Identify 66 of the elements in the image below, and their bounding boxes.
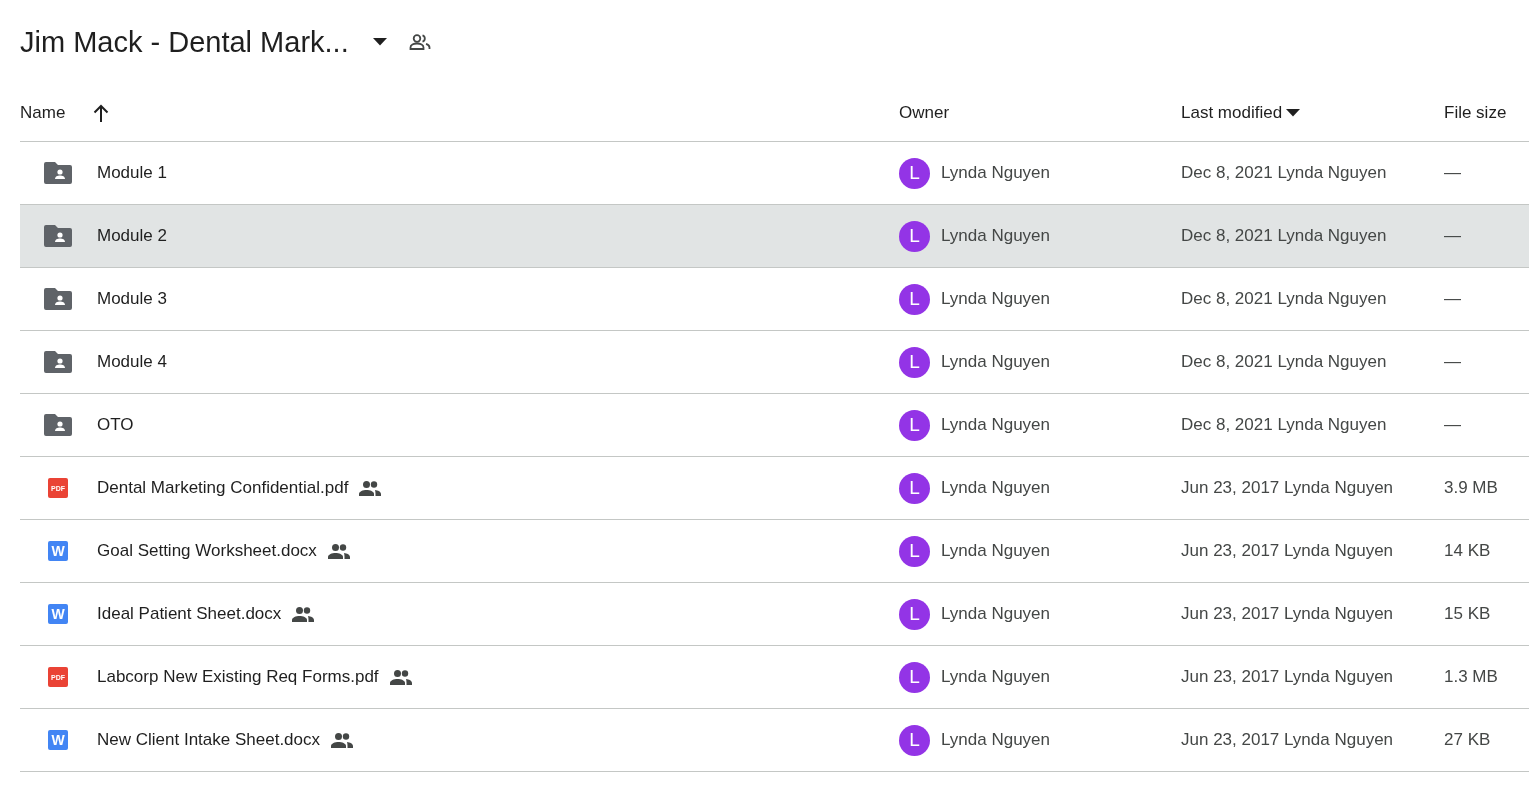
document-file-icon: W: [48, 730, 68, 750]
folder-title: Jim Mack - Dental Mark...: [20, 25, 349, 59]
owner-avatar: L: [899, 346, 930, 378]
modified-date: Jun 23, 2017 Lynda Nguyen: [1181, 478, 1395, 498]
file-name: New Client Intake Sheet.docx: [97, 730, 320, 750]
owner-name: Lynda Nguyen: [941, 226, 1050, 246]
owner-name: Lynda Nguyen: [941, 667, 1050, 687]
modified-date: Jun 23, 2017 Lynda Nguyen: [1181, 604, 1395, 624]
owner-name: Lynda Nguyen: [941, 289, 1050, 309]
file-size: —: [1444, 289, 1462, 309]
owner-name: Lynda Nguyen: [941, 415, 1050, 435]
modified-date: Jun 23, 2017 Lynda Nguyen: [1181, 730, 1395, 750]
file-size: —: [1444, 163, 1462, 183]
file-size: 27 KB: [1444, 730, 1492, 750]
owner-name: Lynda Nguyen: [941, 352, 1050, 372]
file-name: Module 3: [97, 289, 167, 309]
owner-name: Lynda Nguyen: [941, 478, 1050, 498]
file-size: —: [1444, 415, 1462, 435]
dropdown-caret-icon: [372, 38, 387, 46]
document-file-icon: W: [48, 604, 68, 624]
column-header[interactable]: Last modified: [1181, 102, 1283, 123]
modified-date: Jun 23, 2017 Lynda Nguyen: [1181, 541, 1395, 561]
shared-folder-icon: [44, 162, 72, 184]
column-header[interactable]: Owner: [899, 102, 950, 123]
file-name: Ideal Patient Sheet.docx: [97, 604, 282, 624]
owner-name: Lynda Nguyen: [941, 604, 1050, 624]
file-size: —: [1444, 226, 1462, 246]
owner-avatar: L: [899, 472, 930, 504]
file-name: Module 1: [97, 163, 167, 183]
file-size: 3.9 MB: [1444, 478, 1499, 498]
file-name: Dental Marketing Confidential.pdf: [97, 478, 349, 498]
shared-folder-icon: [44, 288, 72, 310]
owner-name: Lynda Nguyen: [941, 730, 1050, 750]
file-size: 14 KB: [1444, 541, 1492, 561]
column-header[interactable]: Name: [20, 102, 66, 123]
modified-date: Dec 8, 2021 Lynda Nguyen: [1181, 415, 1388, 435]
modified-date: Jun 23, 2017 Lynda Nguyen: [1181, 667, 1395, 687]
owner-avatar: L: [899, 283, 930, 315]
modified-date: Dec 8, 2021 Lynda Nguyen: [1181, 163, 1388, 183]
people-icon: [408, 34, 431, 50]
owner-avatar: L: [899, 661, 930, 693]
owner-avatar: L: [899, 409, 930, 441]
owner-avatar: L: [899, 598, 930, 630]
owner-avatar: L: [899, 535, 930, 567]
shared-folder-icon: [44, 225, 72, 247]
shared-folder-icon: [44, 351, 72, 373]
owner-avatar: L: [899, 157, 930, 189]
column-header[interactable]: File size: [1444, 102, 1507, 123]
file-name: Module 4: [97, 352, 167, 372]
document-file-icon: W: [48, 541, 68, 561]
owner-avatar: L: [899, 724, 930, 756]
owner-name: Lynda Nguyen: [941, 541, 1050, 561]
owner-avatar: L: [899, 220, 930, 252]
file-name: Goal Setting Worksheet.docx: [97, 541, 317, 561]
file-size: 1.3 MB: [1444, 667, 1499, 687]
file-name: OTO: [97, 415, 134, 435]
file-size: 15 KB: [1444, 604, 1492, 624]
modified-date: Dec 8, 2021 Lynda Nguyen: [1181, 226, 1388, 246]
file-size: —: [1444, 352, 1462, 372]
modified-date: Dec 8, 2021 Lynda Nguyen: [1181, 289, 1388, 309]
shared-folder-icon: [44, 414, 72, 436]
file-name: Module 2: [97, 226, 167, 246]
file-row[interactable]: Module 2 L Lynda Nguyen Dec 8, 2021 Lynda Nguyen —: [20, 205, 1529, 268]
file-name: Labcorp New Existing Req Forms.pdf: [97, 667, 379, 687]
modified-date: Dec 8, 2021 Lynda Nguyen: [1181, 352, 1388, 372]
owner-name: Lynda Nguyen: [941, 163, 1050, 183]
